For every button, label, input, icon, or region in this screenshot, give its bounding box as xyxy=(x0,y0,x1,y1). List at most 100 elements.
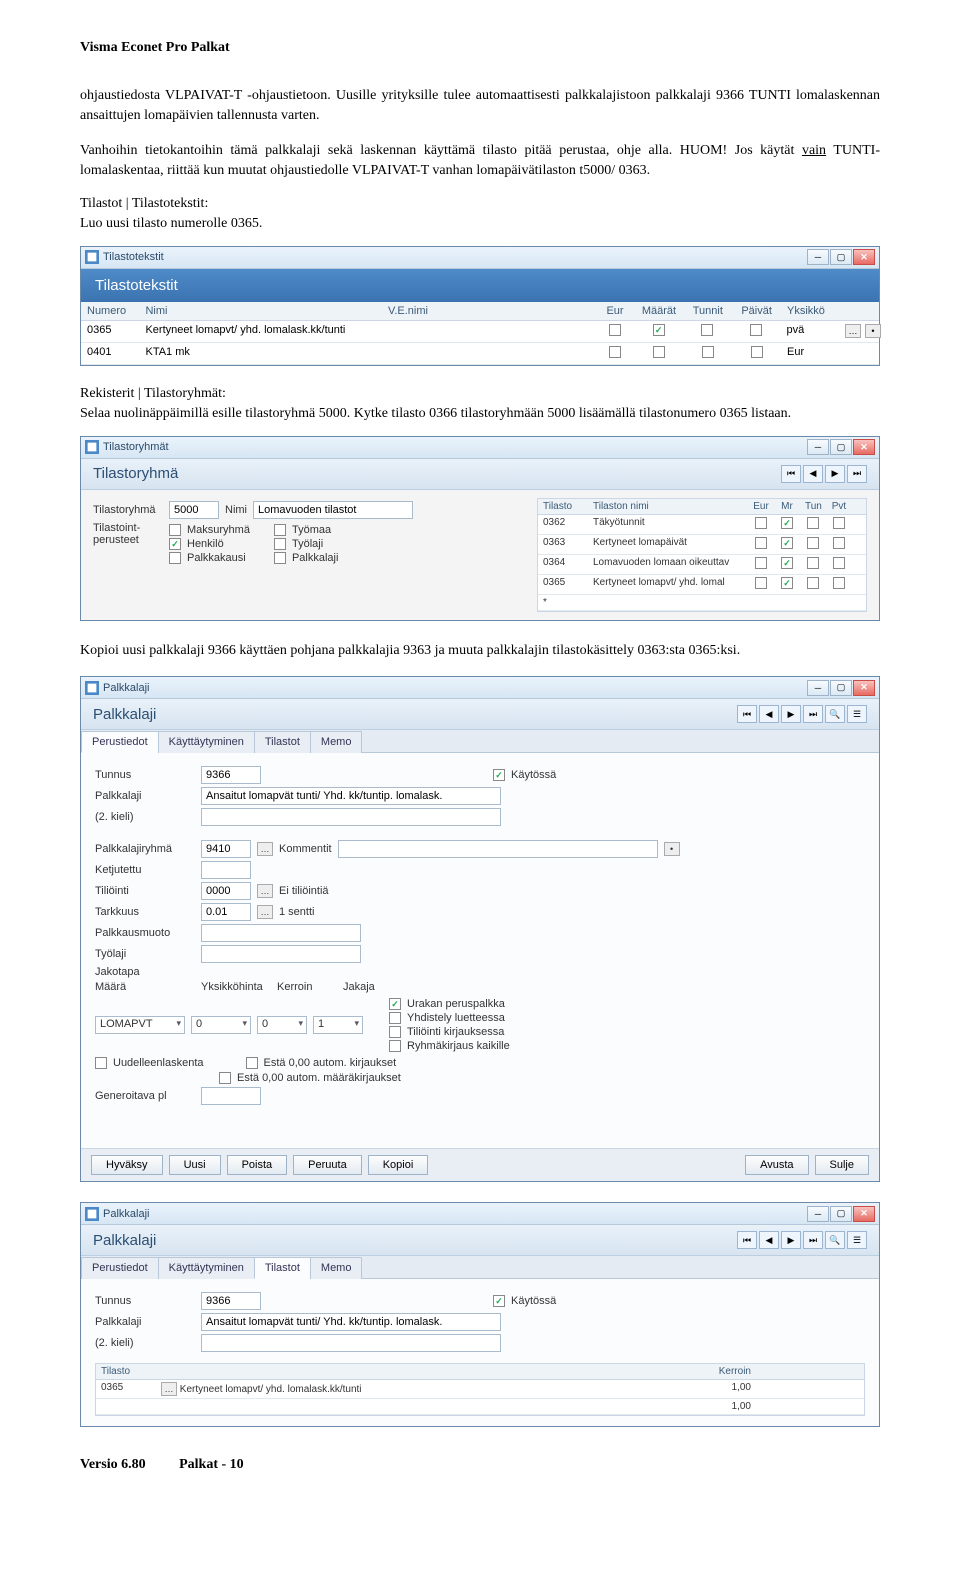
col-tilasto[interactable]: Tilasto xyxy=(96,1364,156,1379)
input-tunnus[interactable] xyxy=(201,766,261,784)
checkbox-kaytossa[interactable] xyxy=(493,769,505,781)
checkbox-tilointi-kirj[interactable] xyxy=(389,1026,401,1038)
maximize-button[interactable]: ▢ xyxy=(830,439,852,455)
checkbox-uudelleenlaskenta[interactable] xyxy=(95,1057,107,1069)
expand-button[interactable]: • xyxy=(664,842,680,856)
col-eur[interactable]: Eur xyxy=(748,499,774,514)
tab-perustiedot[interactable]: Perustiedot xyxy=(81,1257,159,1279)
minimize-button[interactable]: ─ xyxy=(807,1206,829,1222)
maximize-button[interactable]: ▢ xyxy=(830,249,852,265)
input-nimi[interactable] xyxy=(253,501,413,519)
nav-list-button[interactable]: ☰ xyxy=(847,1231,867,1249)
checkbox-tyolaji[interactable] xyxy=(274,538,286,550)
input-kieli2[interactable] xyxy=(201,808,501,826)
col-tunnit[interactable]: Tunnit xyxy=(683,302,732,320)
peruuta-button[interactable]: Peruuta xyxy=(293,1155,362,1175)
tab-perustiedot[interactable]: Perustiedot xyxy=(81,731,159,753)
table-row[interactable]: 0364Lomavuoden lomaan oikeuttav xyxy=(538,555,866,575)
checkbox-maarat[interactable] xyxy=(653,346,665,358)
input-palkkalaji[interactable] xyxy=(201,1313,501,1331)
nav-last-button[interactable]: ⏭ xyxy=(803,1231,823,1249)
close-button[interactable]: ✕ xyxy=(853,439,875,455)
col-kerroin[interactable]: Kerroin xyxy=(696,1364,756,1379)
tab-kayttaytyminen[interactable]: Käyttäytyminen xyxy=(158,1257,255,1279)
close-button[interactable]: ✕ xyxy=(853,680,875,696)
checkbox-tunnit[interactable] xyxy=(702,346,714,358)
col-yksikko[interactable]: Yksikkö xyxy=(781,302,839,320)
table-row[interactable]: 0363Kertyneet lomapäivät xyxy=(538,535,866,555)
col-paivat[interactable]: Päivät xyxy=(732,302,781,320)
col-mr[interactable]: Mr xyxy=(774,499,800,514)
checkbox-palkkalaji[interactable] xyxy=(274,552,286,564)
col-eur[interactable]: Eur xyxy=(595,302,634,320)
input-palkkalajiryhma[interactable] xyxy=(201,840,251,858)
table-row[interactable]: 0365Kertyneet lomapvt/ yhd. lomal xyxy=(538,575,866,595)
col-pvt[interactable]: Pvt xyxy=(826,499,852,514)
input-kieli2[interactable] xyxy=(201,1334,501,1352)
table-row[interactable]: 0362Täkyötunnit xyxy=(538,515,866,535)
input-kommentit[interactable] xyxy=(338,840,658,858)
nav-list-button[interactable]: ☰ xyxy=(847,705,867,723)
nav-last-button[interactable]: ⏭ xyxy=(803,705,823,723)
nav-next-button[interactable]: ▶ xyxy=(781,1231,801,1249)
table-row[interactable]: 0365 Kertyneet lomapvt/ yhd. lomalask.kk… xyxy=(81,321,879,343)
input-tilointi[interactable] xyxy=(201,882,251,900)
checkbox-tyomaa[interactable] xyxy=(274,524,286,536)
tab-memo[interactable]: Memo xyxy=(310,731,363,753)
minimize-button[interactable]: ─ xyxy=(807,680,829,696)
nav-search-button[interactable]: 🔍 xyxy=(825,705,845,723)
table-row[interactable]: * xyxy=(538,595,866,611)
checkbox-tunnit[interactable] xyxy=(701,324,713,336)
tab-memo[interactable]: Memo xyxy=(310,1257,363,1279)
table-row[interactable]: 1,00 xyxy=(96,1399,864,1415)
select-yksikkohinta[interactable]: 0 xyxy=(191,1016,251,1034)
titlebar[interactable]: Tilastoryhmät ─ ▢ ✕ xyxy=(81,437,879,459)
close-button[interactable]: ✕ xyxy=(853,249,875,265)
input-palkkausmuoto[interactable] xyxy=(201,924,361,942)
checkbox-kaytossa[interactable] xyxy=(493,1295,505,1307)
select-jakaja[interactable]: 1 xyxy=(313,1016,363,1034)
checkbox-palkkakausi[interactable] xyxy=(169,552,181,564)
nav-first-button[interactable]: ⏮ xyxy=(781,465,801,483)
col-numero[interactable]: Numero xyxy=(81,302,139,320)
lookup-button[interactable]: … xyxy=(257,842,273,856)
col-venimi[interactable]: V.E.nimi xyxy=(382,302,595,320)
table-row[interactable]: 0365 … Kertyneet lomapvt/ yhd. lomalask.… xyxy=(96,1380,864,1399)
avusta-button[interactable]: Avusta xyxy=(745,1155,808,1175)
checkbox-esta2[interactable] xyxy=(219,1072,231,1084)
col-tilasto[interactable]: Tilasto xyxy=(538,499,588,514)
input-tilastoryhma[interactable] xyxy=(169,501,219,519)
nav-prev-button[interactable]: ◀ xyxy=(759,1231,779,1249)
titlebar[interactable]: Palkkalaji ─ ▢ ✕ xyxy=(81,677,879,699)
lookup-button[interactable]: … xyxy=(161,1382,177,1396)
col-maarat[interactable]: Määrät xyxy=(635,302,684,320)
hyvaksy-button[interactable]: Hyväksy xyxy=(91,1155,163,1175)
close-button[interactable]: ✕ xyxy=(853,1206,875,1222)
checkbox-yhdistely[interactable] xyxy=(389,1012,401,1024)
minimize-button[interactable]: ─ xyxy=(807,439,829,455)
checkbox-maksuryhma[interactable] xyxy=(169,524,181,536)
maximize-button[interactable]: ▢ xyxy=(830,680,852,696)
maximize-button[interactable]: ▢ xyxy=(830,1206,852,1222)
checkbox-paivat[interactable] xyxy=(750,324,762,336)
input-generoitava[interactable] xyxy=(201,1087,261,1105)
tab-tilastot[interactable]: Tilastot xyxy=(254,1257,311,1279)
tab-kayttaytyminen[interactable]: Käyttäytyminen xyxy=(158,731,255,753)
input-tyolaji[interactable] xyxy=(201,945,361,963)
tab-tilastot[interactable]: Tilastot xyxy=(254,731,311,753)
lookup-button[interactable]: … xyxy=(257,905,273,919)
checkbox-urakan[interactable] xyxy=(389,998,401,1010)
nav-search-button[interactable]: 🔍 xyxy=(825,1231,845,1249)
checkbox-eur[interactable] xyxy=(609,324,621,336)
select-kerroin[interactable]: 0 xyxy=(257,1016,307,1034)
checkbox-esta1[interactable] xyxy=(246,1057,258,1069)
col-nimi[interactable]: Nimi xyxy=(139,302,382,320)
checkbox-ryhmakirjaus[interactable] xyxy=(389,1040,401,1052)
nav-last-button[interactable]: ⏭ xyxy=(847,465,867,483)
checkbox-henkilo[interactable] xyxy=(169,538,181,550)
col-tilaston-nimi[interactable]: Tilaston nimi xyxy=(588,499,748,514)
checkbox-maarat[interactable] xyxy=(653,324,665,336)
titlebar[interactable]: Palkkalaji ─ ▢ ✕ xyxy=(81,1203,879,1225)
nav-prev-button[interactable]: ◀ xyxy=(759,705,779,723)
poista-button[interactable]: Poista xyxy=(227,1155,288,1175)
